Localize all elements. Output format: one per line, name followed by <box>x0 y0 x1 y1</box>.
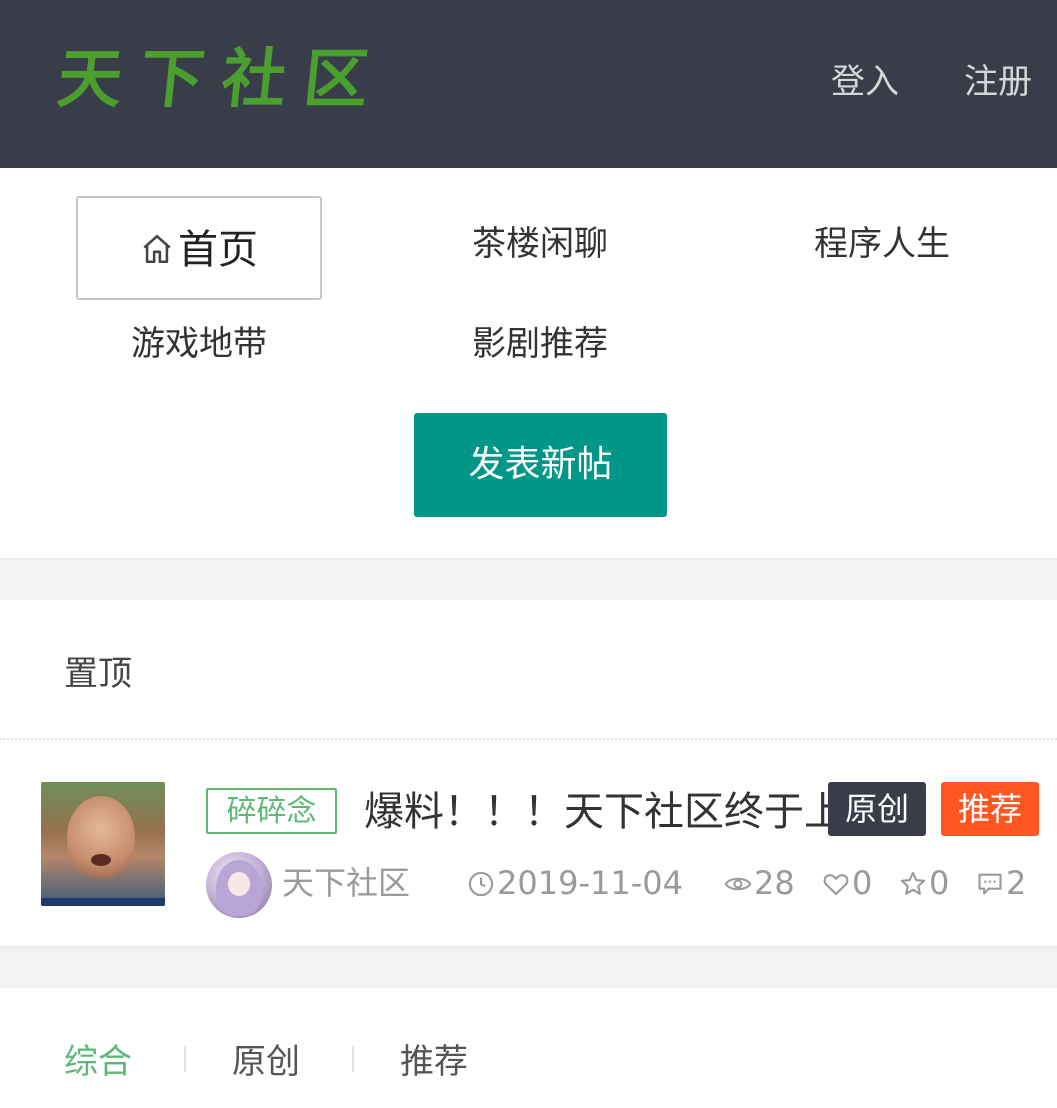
nav-item-movies[interactable]: 影剧推荐 <box>417 292 663 396</box>
top-header: 天下社区 登入 注册 <box>0 0 1057 168</box>
list-tabs-card: 综合 原创 推荐 <box>0 988 1057 1108</box>
nav-item-label: 首页 <box>178 227 258 273</box>
post-category-tag[interactable]: 碎碎念 <box>206 788 337 834</box>
tab-separator <box>184 1046 186 1072</box>
favorite-count[interactable]: 0 <box>899 858 949 908</box>
tab-separator <box>352 1046 354 1072</box>
tab-recommend[interactable]: 推荐 <box>400 1034 468 1083</box>
tab-original[interactable]: 原创 <box>232 1034 300 1083</box>
site-logo[interactable]: 天下社区 <box>54 40 390 120</box>
tab-all[interactable]: 综合 <box>64 1034 132 1083</box>
new-post-button[interactable]: 发表新帖 <box>414 413 667 517</box>
clock-icon <box>468 871 494 897</box>
like-count[interactable]: 0 <box>822 858 872 908</box>
badge-original: 原创 <box>828 782 926 836</box>
home-icon <box>143 234 171 264</box>
nav-item-home[interactable]: 首页 <box>76 196 322 300</box>
author-name[interactable]: 天下社区 <box>282 858 410 908</box>
heart-icon <box>823 874 849 896</box>
badge-recommend: 推荐 <box>941 782 1039 836</box>
category-nav-card: 首页 茶楼闲聊 程序人生 游戏地带 影剧推荐 发表新帖 <box>0 168 1057 558</box>
author-avatar[interactable] <box>206 852 272 918</box>
post-date: 2019-11-04 <box>467 858 683 908</box>
eye-icon <box>724 877 752 891</box>
pinned-section-title: 置顶 <box>64 654 132 694</box>
login-link[interactable]: 登入 <box>831 58 899 106</box>
nav-item-teahouse[interactable]: 茶楼闲聊 <box>417 192 663 296</box>
view-count: 28 <box>724 858 795 908</box>
register-link[interactable]: 注册 <box>964 58 1032 106</box>
comment-count[interactable]: 2 <box>976 858 1026 908</box>
post-thumbnail[interactable] <box>41 782 165 906</box>
comment-icon <box>978 873 1002 895</box>
nav-item-programming[interactable]: 程序人生 <box>759 192 1005 296</box>
pinned-card: 置顶 碎碎念 爆料！！！天下社区终于上线了 原创 推荐 天下社区 2019-11… <box>0 600 1057 946</box>
nav-item-games[interactable]: 游戏地带 <box>76 292 322 396</box>
divider <box>0 738 1057 740</box>
star-icon <box>900 871 926 895</box>
